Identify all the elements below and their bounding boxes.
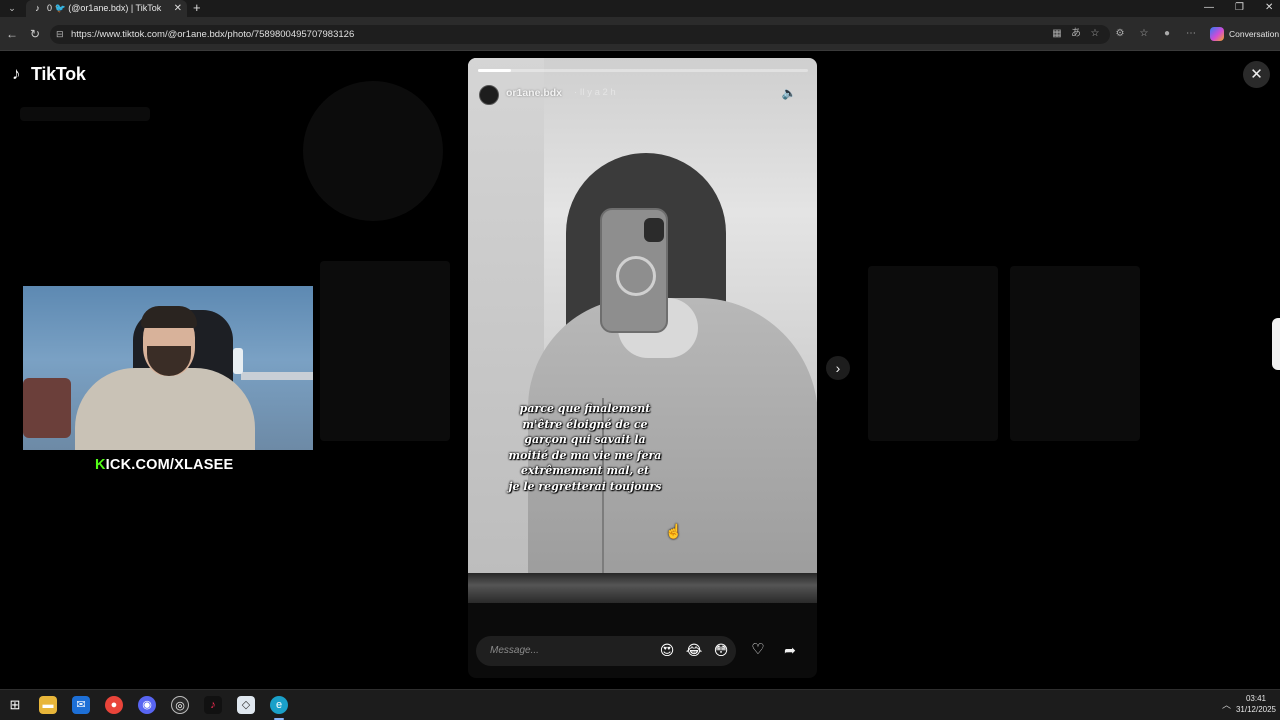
- obs-icon[interactable]: ◎: [171, 696, 189, 714]
- kick-channel-text: ICK.COM/XLASEE: [105, 457, 234, 473]
- chevron-right-icon[interactable]: ›: [826, 356, 850, 380]
- tiktok-app-icon[interactable]: ♪: [204, 696, 222, 714]
- clock-date: 31/12/2025: [1235, 705, 1277, 714]
- caption-line: garçon qui savait la: [524, 433, 646, 446]
- address-bar: ← ↻ ⊟ https://www.tiktok.com/@or1ane.bdx…: [0, 17, 1280, 51]
- webcam-streamer-body: [75, 368, 255, 450]
- tiktok-note-icon: ♪: [12, 64, 21, 83]
- story-progress-fill: [478, 69, 511, 72]
- volume-icon[interactable]: 🔈: [781, 85, 797, 101]
- caption-line: m'être éloigné de ce: [522, 417, 648, 431]
- edge-icon[interactable]: e: [270, 696, 288, 714]
- browser-tab[interactable]: ♪ 0 🐦 (@or1ane.bdx) | TikTok ✕: [26, 0, 187, 17]
- file-explorer-icon[interactable]: ▬: [39, 696, 57, 714]
- extensions-icon[interactable]: ⚙: [1113, 27, 1127, 41]
- window-close-icon[interactable]: ✕: [1265, 1, 1273, 15]
- tray-chevron-icon[interactable]: ︿: [1222, 698, 1231, 712]
- background-video-thumb: [1010, 266, 1140, 441]
- caption-line: moitié de ma vie me fera: [508, 448, 662, 462]
- new-tab-icon[interactable]: +: [193, 1, 201, 15]
- side-panel-handle[interactable]: [1272, 318, 1280, 370]
- tab-actions-icon[interactable]: ⌄: [4, 2, 20, 15]
- message-input[interactable]: Message... 😍 😂 😳: [476, 636, 736, 666]
- copilot-icon: [1210, 27, 1224, 41]
- translate-icon[interactable]: あ: [1069, 27, 1083, 41]
- url-input[interactable]: ⊟ https://www.tiktok.com/@or1ane.bdx/pho…: [50, 25, 1110, 44]
- emoji-flushed-button[interactable]: 😳: [712, 642, 730, 660]
- message-placeholder: Message...: [490, 645, 539, 656]
- story-viewer: or1ane.bdx · Il y a 2 h 🔈 parce que fina…: [468, 58, 817, 678]
- webcam-bottle: [233, 348, 243, 374]
- more-menu-icon[interactable]: ⋯: [1184, 27, 1198, 41]
- webcam-overlay: [23, 286, 313, 450]
- copilot-button[interactable]: Conversation: [1209, 26, 1280, 42]
- clock-time: 03:41: [1245, 694, 1267, 703]
- favorites-icon[interactable]: ☆: [1137, 27, 1151, 41]
- caption-line: extrêmement mal, et: [520, 464, 650, 477]
- restore-icon[interactable]: ❐: [1235, 1, 1244, 15]
- background-nav-placeholder: [20, 107, 150, 121]
- like-heart-icon[interactable]: ♡: [748, 640, 768, 660]
- share-icon[interactable]: ➦: [780, 640, 800, 660]
- caption-line: je le regretterai toujours: [508, 479, 662, 493]
- app-available-icon[interactable]: ▦: [1050, 27, 1064, 41]
- caption-line: parce que finalement: [519, 402, 651, 415]
- background-video-thumb: [320, 261, 450, 441]
- photo-phone: [600, 208, 668, 333]
- story-progress-bar: [478, 69, 808, 72]
- story-footer: Message... 😍 😂 😳 ♡ ➦: [468, 628, 817, 678]
- tiktok-page: ♪ TikTok ✕ › KICK.COM/XLASEE or1ane.bdx …: [0, 51, 1280, 689]
- outlook-icon[interactable]: ✉: [72, 696, 90, 714]
- webcam-streamer-hair: [141, 306, 197, 328]
- story-caption: parce que finalement m'être éloigné de c…: [480, 401, 690, 494]
- webcam-desk: [241, 372, 313, 380]
- windows-start-icon[interactable]: ⊞: [6, 696, 24, 714]
- site-info-icon[interactable]: ⊟: [56, 27, 64, 42]
- photo-phone-camera: [644, 218, 664, 242]
- minimize-icon[interactable]: —: [1204, 1, 1214, 15]
- photo-phone-ring: [616, 256, 656, 296]
- story-time: · Il y a 2 h: [574, 87, 616, 98]
- reload-icon[interactable]: ↻: [27, 26, 43, 42]
- app-icon[interactable]: ◇: [237, 696, 255, 714]
- hand-cursor-icon: ☝: [665, 523, 683, 539]
- tab-close-icon[interactable]: ✕: [174, 2, 182, 15]
- tiktok-logo-text: TikTok: [31, 64, 86, 84]
- background-profile-avatar: [303, 81, 443, 221]
- photo-mirror-frame: [468, 573, 817, 603]
- story-username[interactable]: or1ane.bdx: [506, 86, 562, 100]
- tab-title: 0 🐦 (@or1ane.bdx) | TikTok: [47, 3, 162, 13]
- favorite-star-icon[interactable]: ☆: [1088, 27, 1102, 41]
- story-avatar[interactable]: [479, 85, 499, 105]
- kick-accent-letter: K: [95, 457, 106, 473]
- emoji-heart-eyes-button[interactable]: 😍: [658, 642, 676, 660]
- back-icon[interactable]: ←: [4, 26, 20, 42]
- story-photo[interactable]: [468, 58, 817, 578]
- taskbar-clock[interactable]: 03:41 31/12/2025: [1234, 693, 1278, 715]
- windows-taskbar: ⊞ ▬ ✉ ● ◉ ◎ ♪ ◇ e ︿ 03:41 31/12/2025: [0, 689, 1280, 720]
- browser-tab-strip: ⌄ ♪ 0 🐦 (@or1ane.bdx) | TikTok ✕ + — ❐ ✕: [0, 0, 1280, 17]
- kick-channel-label: KICK.COM/XLASEE: [95, 456, 233, 474]
- profile-avatar-icon[interactable]: ●: [1160, 27, 1174, 41]
- discord-icon[interactable]: ◉: [138, 696, 156, 714]
- url-text: https://www.tiktok.com/@or1ane.bdx/photo…: [71, 29, 355, 40]
- emoji-laughing-button[interactable]: 😂: [685, 642, 703, 660]
- tiktok-favicon-icon: ♪: [35, 3, 40, 13]
- close-viewer-icon[interactable]: ✕: [1243, 61, 1270, 88]
- webcam-sofa: [23, 378, 71, 438]
- chrome-icon[interactable]: ●: [105, 696, 123, 714]
- background-video-thumb: [868, 266, 998, 441]
- copilot-label: Conversation: [1229, 29, 1280, 39]
